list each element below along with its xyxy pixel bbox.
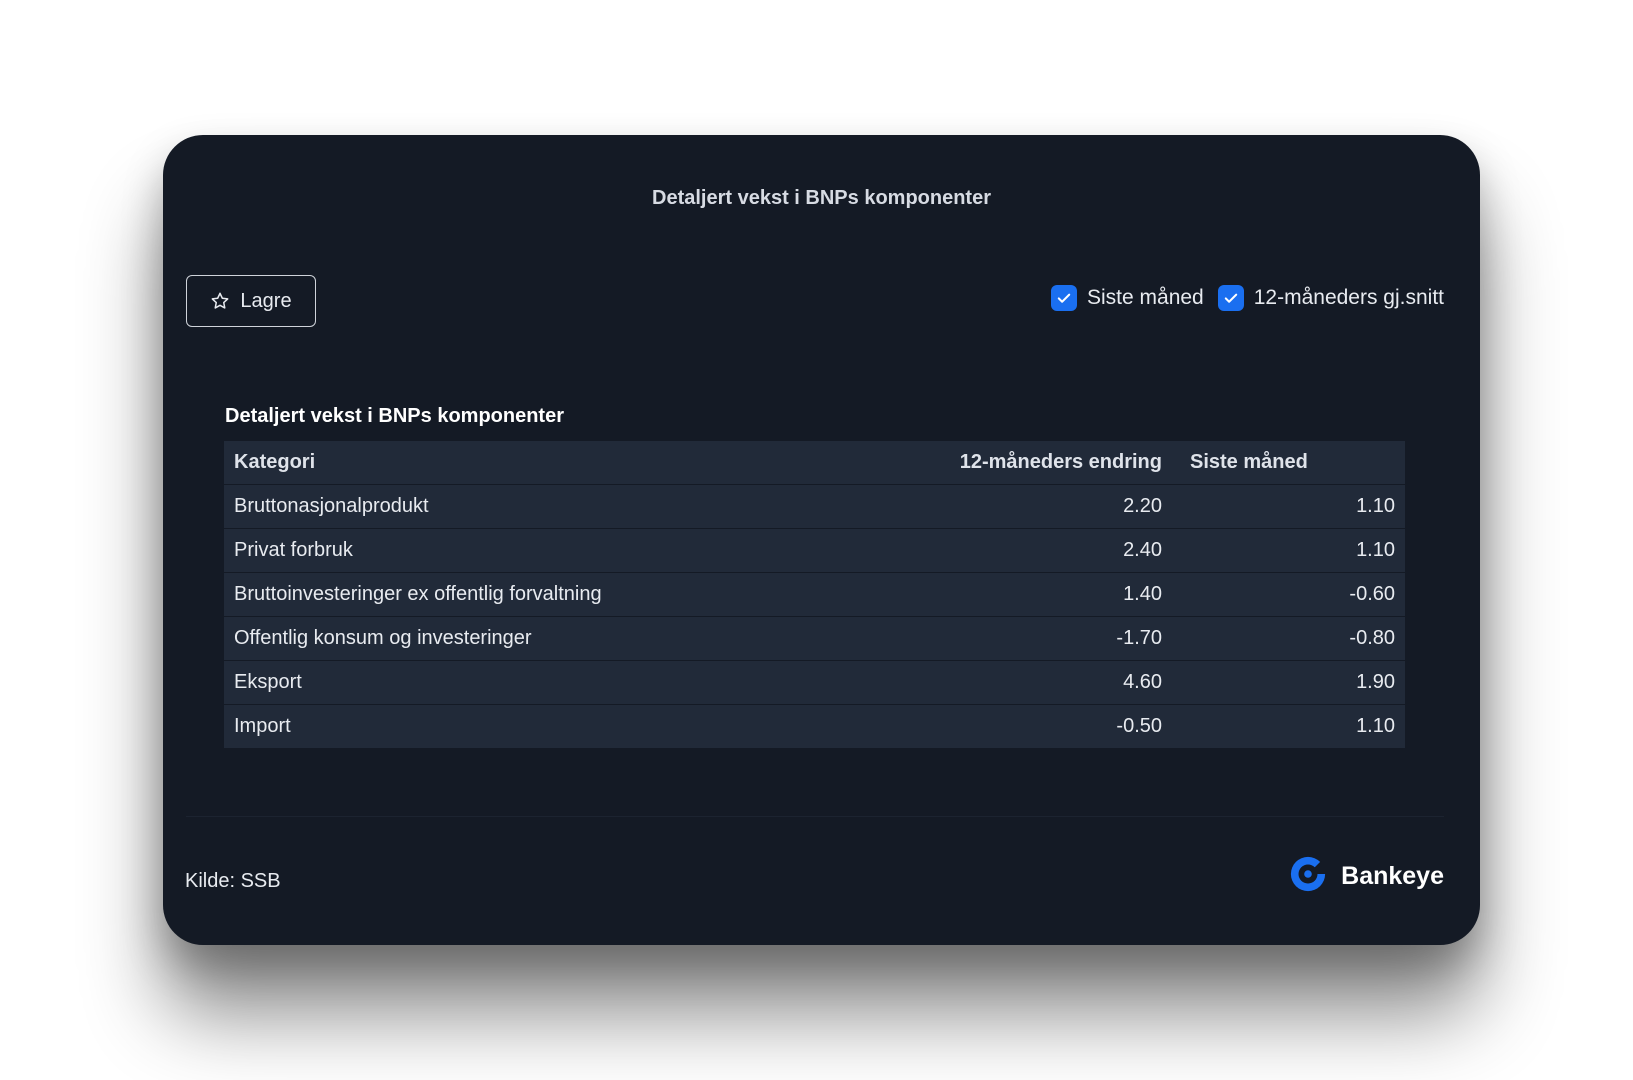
table-row: Bruttonasjonalprodukt 2.20 1.10 xyxy=(224,484,1405,529)
checkbox-12m-snitt[interactable] xyxy=(1217,285,1244,311)
checkbox-siste-maaned[interactable] xyxy=(1051,285,1077,311)
bankeye-logo-icon xyxy=(1289,855,1328,898)
widget-card: Detaljert vekst i BNPs komponenter Lagre… xyxy=(163,135,1480,945)
cell-12m-endring: 2.20 xyxy=(942,484,1172,529)
toggle-12m-snitt[interactable]: 12-måneders gj.snitt xyxy=(1217,285,1444,311)
cell-siste-maaned: 1.10 xyxy=(1172,528,1405,573)
cell-12m-endring: 1.40 xyxy=(942,572,1172,617)
toggle-siste-maaned-label: Siste måned xyxy=(1087,286,1204,309)
column-header-siste-maaned[interactable]: Siste måned xyxy=(1172,441,1405,485)
footer-divider xyxy=(186,816,1444,817)
cell-siste-maaned: 1.10 xyxy=(1172,704,1405,749)
cell-kategori: Eksport xyxy=(224,660,942,705)
cell-12m-endring: 2.40 xyxy=(942,528,1172,573)
cell-kategori: Import xyxy=(224,704,942,749)
cell-kategori: Privat forbruk xyxy=(224,528,942,573)
save-button-label: Lagre xyxy=(240,289,292,312)
cell-12m-endring: 4.60 xyxy=(942,660,1172,705)
source-label: Kilde: SSB xyxy=(185,870,281,892)
cell-siste-maaned: 1.10 xyxy=(1172,484,1405,529)
data-table: Kategori 12-måneders endring Siste måned… xyxy=(224,441,1405,749)
brand-name: Bankeye xyxy=(1341,862,1444,890)
table-row: Offentlig konsum og investeringer -1.70 … xyxy=(224,616,1405,661)
cell-kategori: Bruttoinvesteringer ex offentlig forvalt… xyxy=(224,572,942,617)
toggle-12m-snitt-label: 12-måneders gj.snitt xyxy=(1253,286,1444,309)
cell-siste-maaned: 1.90 xyxy=(1172,660,1405,705)
checkmark-icon xyxy=(1224,293,1237,303)
table-title: Detaljert vekst i BNPs komponenter xyxy=(225,405,564,427)
toggle-siste-maaned[interactable]: Siste måned xyxy=(1051,285,1204,311)
cell-kategori: Offentlig konsum og investeringer xyxy=(224,616,942,661)
cell-siste-maaned: -0.60 xyxy=(1172,572,1405,617)
table-row: Privat forbruk 2.40 1.10 xyxy=(224,528,1405,573)
card-title: Detaljert vekst i BNPs komponenter xyxy=(652,187,991,209)
table-section: Detaljert vekst i BNPs komponenter Kateg… xyxy=(224,405,1405,749)
table-row: Bruttoinvesteringer ex offentlig forvalt… xyxy=(224,572,1405,617)
cell-kategori: Bruttonasjonalprodukt xyxy=(224,484,942,529)
series-toggles: Siste måned 12-måneders gj.snitt xyxy=(1051,285,1444,311)
column-header-12m-endring[interactable]: 12-måneders endring xyxy=(942,441,1172,485)
checkmark-icon xyxy=(1057,293,1071,303)
table-row: Eksport 4.60 1.90 xyxy=(224,660,1405,705)
brand-logo: Bankeye xyxy=(1289,855,1444,898)
save-button[interactable]: Lagre xyxy=(186,275,316,327)
column-header-kategori[interactable]: Kategori xyxy=(224,441,942,485)
table-row: Import -0.50 1.10 xyxy=(224,704,1405,749)
table-header-row: Kategori 12-måneders endring Siste måned xyxy=(224,441,1405,485)
cell-12m-endring: -1.70 xyxy=(942,616,1172,661)
star-outline-icon xyxy=(210,291,230,311)
cell-12m-endring: -0.50 xyxy=(942,704,1172,749)
cell-siste-maaned: -0.80 xyxy=(1172,616,1405,661)
